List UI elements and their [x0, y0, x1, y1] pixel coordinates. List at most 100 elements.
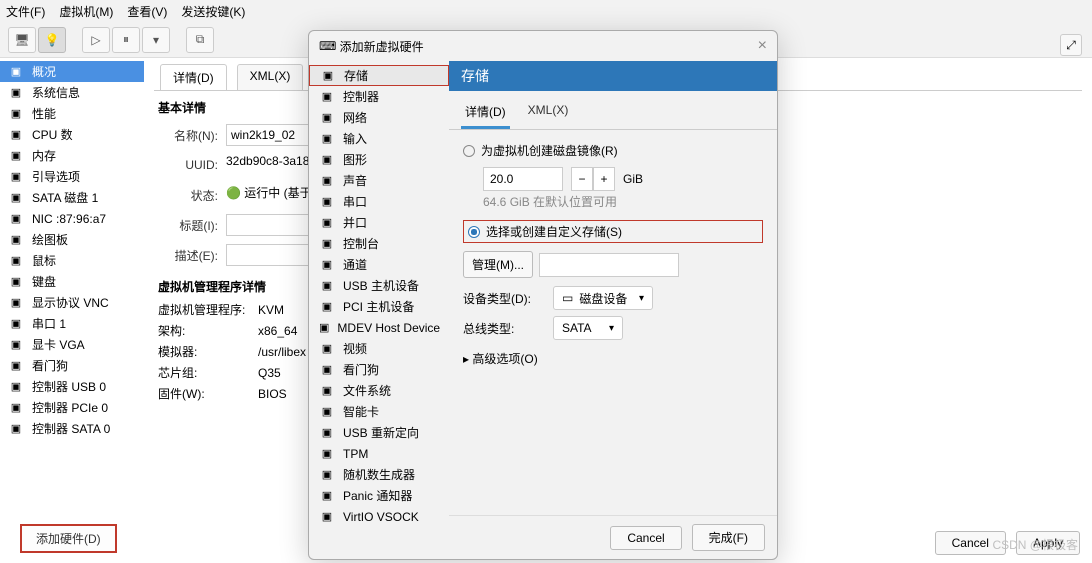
radio-custom-storage[interactable] — [468, 226, 480, 238]
detail-label-3: 芯片组: — [158, 364, 248, 381]
bus-type-value: SATA — [562, 321, 592, 335]
sidebar-item-11[interactable]: ▣显示协议 VNC — [0, 292, 144, 313]
sidebar-item-15[interactable]: ▣控制器 USB 0 — [0, 376, 144, 397]
title-input[interactable] — [226, 214, 316, 236]
dlg-side-21[interactable]: ▣VirtIO VSOCK — [309, 506, 449, 527]
sidebar-item-label: 看门狗 — [32, 357, 68, 374]
menu-view[interactable]: 查看(V) — [127, 3, 167, 20]
dlg-side-18[interactable]: ▣TPM — [309, 443, 449, 464]
sidebar-item-12[interactable]: ▣串口 1 — [0, 313, 144, 334]
uuid-value: 32db90c8-3a18 — [226, 154, 316, 176]
sidebar-item-13[interactable]: ▣显卡 VGA — [0, 334, 144, 355]
tb-snapshot-icon[interactable]: ⧉ — [186, 27, 214, 53]
dlg-side-13[interactable]: ▣视频 — [309, 338, 449, 359]
dlg-side-12[interactable]: ▣MDEV Host Device — [309, 317, 449, 338]
dlg-side-4[interactable]: ▣图形 — [309, 149, 449, 170]
sidebar-item-label: 显卡 VGA — [32, 336, 85, 353]
dlg-side-label: USB 重新定向 — [343, 424, 419, 441]
tb-monitor-icon[interactable]: 🖥 — [8, 27, 36, 53]
sidebar-item-16[interactable]: ▣控制器 PCIe 0 — [0, 397, 144, 418]
dlg-tab-1[interactable]: XML(X) — [524, 99, 573, 129]
sidebar-item-4[interactable]: ▣内存 — [0, 145, 144, 166]
bus-type-dropdown[interactable]: SATA ▾ — [553, 316, 623, 340]
sidebar-item-5[interactable]: ▣引导选项 — [0, 166, 144, 187]
sidebar-item-9[interactable]: ▣鼠标 — [0, 250, 144, 271]
tb-info-icon[interactable]: 💡 — [38, 27, 66, 53]
sidebar-item-7[interactable]: ▣NIC :87:96:a7 — [0, 208, 144, 229]
close-icon[interactable]: × — [758, 37, 767, 55]
menu-file[interactable]: 文件(F) — [6, 3, 45, 20]
name-input[interactable] — [226, 124, 316, 146]
desc-input[interactable] — [226, 244, 316, 266]
tab-1[interactable]: XML(X) — [237, 64, 304, 90]
storage-path-input[interactable] — [539, 253, 679, 277]
dlg-tab-0[interactable]: 详情(D) — [461, 99, 510, 129]
sidebar-item-3[interactable]: ▣CPU 数 — [0, 124, 144, 145]
dlg-side-label: 文件系统 — [343, 382, 391, 399]
finish-button[interactable]: 完成(F) — [692, 524, 765, 551]
app-apply-button[interactable]: Apply — [1016, 531, 1080, 555]
dlg-side-11[interactable]: ▣PCI 主机设备 — [309, 296, 449, 317]
add-hardware-button[interactable]: 添加硬件(D) — [20, 524, 117, 553]
radio-create-image[interactable] — [463, 145, 475, 157]
sidebar: ▣概况▣系统信息▣性能▣CPU 数▣内存▣引导选项▣SATA 磁盘 1▣NIC … — [0, 58, 144, 563]
sidebar-item-14[interactable]: ▣看门狗 — [0, 355, 144, 376]
dlg-side-1[interactable]: ▣控制器 — [309, 86, 449, 107]
sidebar-item-10[interactable]: ▣键盘 — [0, 271, 144, 292]
sidebar-item-2[interactable]: ▣性能 — [0, 103, 144, 124]
dlg-side-3[interactable]: ▣输入 — [309, 128, 449, 149]
sidebar-item-6[interactable]: ▣SATA 磁盘 1 — [0, 187, 144, 208]
dlg-side-15[interactable]: ▣文件系统 — [309, 380, 449, 401]
device-type-label: 设备类型(D): — [463, 290, 543, 307]
expand-icon[interactable]: ▸ — [463, 352, 469, 366]
detail-value-1: x86_64 — [258, 324, 297, 338]
cancel-button[interactable]: Cancel — [610, 526, 681, 550]
dlg-side-9[interactable]: ▣通道 — [309, 254, 449, 275]
dlg-side-20[interactable]: ▣Panic 通知器 — [309, 485, 449, 506]
detail-label-2: 模拟器: — [158, 343, 248, 360]
size-plus-button[interactable]: + — [593, 167, 615, 191]
dlg-side-label: Panic 通知器 — [343, 487, 412, 504]
dlg-side-14[interactable]: ▣看门狗 — [309, 359, 449, 380]
fullscreen-icon[interactable]: ⤢ — [1060, 34, 1082, 56]
dlg-side-10[interactable]: ▣USB 主机设备 — [309, 275, 449, 296]
dlg-side-5[interactable]: ▣声音 — [309, 170, 449, 191]
dlg-side-2[interactable]: ▣网络 — [309, 107, 449, 128]
bus-type-label: 总线类型: — [463, 320, 543, 337]
dlg-side-19[interactable]: ▣随机数生成器 — [309, 464, 449, 485]
dlg-side-label: 存储 — [344, 67, 368, 84]
disk-icon: ▭ — [562, 291, 573, 305]
pci-host-icon: ▣ — [319, 300, 335, 314]
dlg-side-8[interactable]: ▣控制台 — [309, 233, 449, 254]
dlg-side-label: 输入 — [343, 130, 367, 147]
dlg-side-0[interactable]: ▣存储 — [309, 65, 449, 86]
dlg-side-17[interactable]: ▣USB 重新定向 — [309, 422, 449, 443]
device-type-dropdown[interactable]: ▭ 磁盘设备 ▾ — [553, 286, 653, 310]
dlg-side-7[interactable]: ▣并口 — [309, 212, 449, 233]
tb-pause-icon[interactable]: ⏸ — [112, 27, 140, 53]
tb-shutdown-icon[interactable]: ▾ — [142, 27, 170, 53]
sidebar-item-8[interactable]: ▣绘图板 — [0, 229, 144, 250]
sidebar-item-17[interactable]: ▣控制器 SATA 0 — [0, 418, 144, 439]
window-icon: ⌨ — [319, 39, 336, 53]
sidebar-item-label: 显示协议 VNC — [32, 294, 109, 311]
pcie-ctrl-icon: ▣ — [8, 401, 24, 415]
dlg-side-6[interactable]: ▣串口 — [309, 191, 449, 212]
sidebar-item-0[interactable]: ▣概况 — [0, 61, 144, 82]
detail-label-4: 固件(W): — [158, 385, 248, 402]
manage-button[interactable]: 管理(M)... — [463, 251, 533, 278]
detail-value-3: Q35 — [258, 366, 281, 380]
menu-sendkeys[interactable]: 发送按键(K) — [181, 3, 245, 20]
sidebar-item-1[interactable]: ▣系统信息 — [0, 82, 144, 103]
advanced-options-label[interactable]: 高级选项(O) — [472, 352, 537, 366]
dlg-side-label: 并口 — [343, 214, 367, 231]
tb-play-icon[interactable]: ▷ — [82, 27, 110, 53]
size-input[interactable] — [483, 167, 563, 191]
name-label: 名称(N): — [158, 127, 218, 144]
size-minus-button[interactable]: − — [571, 167, 593, 191]
sidebar-item-label: 串口 1 — [32, 315, 66, 332]
app-cancel-button[interactable]: Cancel — [935, 531, 1006, 555]
dlg-side-16[interactable]: ▣智能卡 — [309, 401, 449, 422]
menu-vm[interactable]: 虚拟机(M) — [59, 3, 113, 20]
tab-0[interactable]: 详情(D) — [160, 64, 227, 90]
